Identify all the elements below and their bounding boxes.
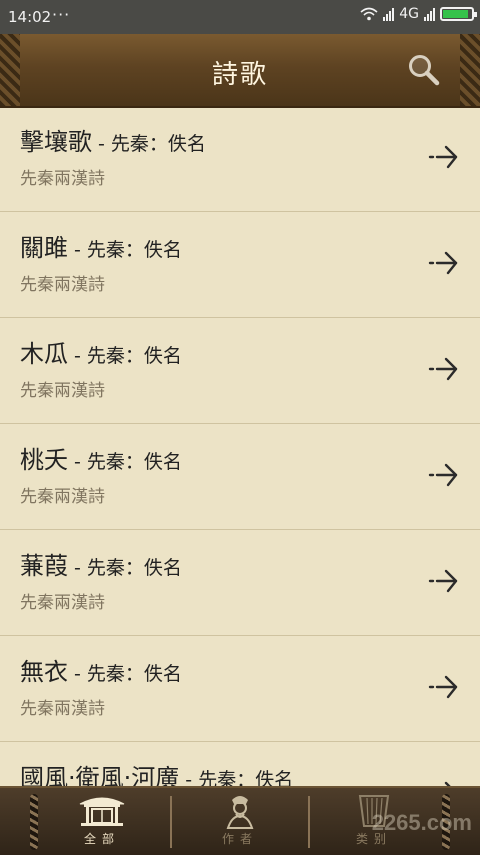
poem-title: 關雎 [20,234,68,262]
tab-author-label: 作者 [221,832,258,846]
poem-meta: - 先秦：佚名 [68,451,182,473]
arrow-right-icon[interactable] [428,354,460,382]
arrow-right-icon[interactable] [428,460,460,488]
poem-title-line: 桃夭 - 先秦：佚名 [20,440,182,475]
tab-divider [308,796,310,848]
poem-meta: - 先秦：佚名 [68,239,182,261]
poem-title-line: 木瓜 - 先秦：佚名 [20,334,182,369]
tab-divider [170,796,172,848]
arrow-right-icon[interactable] [428,142,460,170]
status-right: 4G [360,6,477,22]
poem-title: 木瓜 [20,340,68,368]
poem-title-line: 關雎 - 先秦：佚名 [20,228,182,263]
poem-title: 桃夭 [20,446,68,474]
poem-list-item[interactable]: 擊壤歌 - 先秦：佚名先秦兩漢詩 [0,106,480,212]
status-bar: 14:02 ··· 4G [0,0,480,34]
tab-all[interactable]: 全部 [52,788,152,855]
poem-list-item[interactable]: 蒹葭 - 先秦：佚名先秦兩漢詩 [0,530,480,636]
poem-category: 先秦兩漢詩 [20,699,105,719]
poet-icon [226,796,254,829]
poem-list-item[interactable]: 國風·衛風·河廣 - 先秦：佚名先秦兩漢詩 [0,742,480,786]
poem-list-item[interactable]: 木瓜 - 先秦：佚名先秦兩漢詩 [0,318,480,424]
poem-title-line: 國風·衛風·河廣 - 先秦：佚名 [20,758,293,786]
poem-meta: - 先秦：佚名 [68,557,182,579]
poem-title: 蒹葭 [20,552,68,580]
poem-meta: - 先秦：佚名 [179,769,294,786]
poem-title: 國風·衛風·河廣 [20,764,180,786]
rope-ornament-left [30,794,38,850]
battery-icon [440,7,477,21]
poem-category: 先秦兩漢詩 [20,275,105,295]
wifi-icon [360,7,378,21]
arrow-right-icon[interactable] [428,248,460,276]
poem-category: 先秦兩漢詩 [20,593,105,613]
signal-icon-2 [424,7,435,21]
network-type: 4G [399,6,419,22]
poem-title-line: 蒹葭 - 先秦：佚名 [20,546,182,581]
tab-all-label: 全部 [83,832,120,846]
poem-category: 先秦兩漢詩 [20,169,105,189]
app-header: 詩歌 [0,34,480,108]
arrow-right-icon[interactable] [428,778,460,786]
arrow-right-icon[interactable] [428,672,460,700]
poem-category: 先秦兩漢詩 [20,381,105,401]
search-icon[interactable] [406,52,440,86]
battery-fill [443,10,469,18]
bottom-tab-bar: 全部 作者 类别 2265.com [0,786,480,855]
poem-title: 擊壤歌 [20,128,92,156]
poem-list-item[interactable]: 關雎 - 先秦：佚名先秦兩漢詩 [0,212,480,318]
signal-icon-1 [383,7,395,21]
arrow-right-icon[interactable] [428,566,460,594]
poem-title-line: 擊壤歌 - 先秦：佚名 [20,122,206,157]
tab-author[interactable]: 作者 [190,788,290,855]
status-notification-dots: ··· [52,5,71,24]
poem-meta: - 先秦：佚名 [92,133,206,155]
poem-list-item[interactable]: 桃夭 - 先秦：佚名先秦兩漢詩 [0,424,480,530]
watermark-text: 2265.com [371,810,472,835]
poem-list[interactable]: 擊壤歌 - 先秦：佚名 先秦兩漢詩 關雎 - 先秦：佚名 先秦兩漢詩 木瓜 - 先秦：佚… [0,106,480,786]
poem-meta: - 先秦：佚名 [68,345,182,367]
temple-icon [79,797,125,826]
status-time: 14:02 [8,8,52,26]
poem-title: 無衣 [20,658,68,686]
poem-meta: - 先秦：佚名 [68,663,182,685]
poem-list-item[interactable]: 無衣 - 先秦：佚名先秦兩漢詩 [0,636,480,742]
poem-title-line: 無衣 - 先秦：佚名 [20,652,182,687]
poem-category: 先秦兩漢詩 [20,487,105,507]
